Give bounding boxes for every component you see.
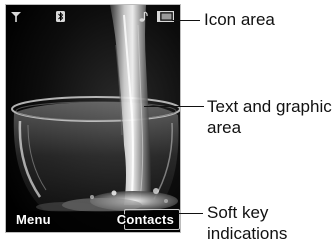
softkey-contacts[interactable]: Contacts bbox=[117, 212, 174, 228]
callout-label-icon-area: Icon area bbox=[204, 10, 275, 29]
callout-label-text-graphic-area: Text and graphic area bbox=[207, 97, 332, 137]
callout-line-soft-key-indications bbox=[178, 213, 203, 214]
softkey-menu[interactable]: Menu bbox=[16, 212, 51, 228]
wallpaper-image bbox=[6, 5, 180, 232]
bluetooth-icon bbox=[56, 11, 65, 22]
ringtone-note-icon bbox=[139, 11, 148, 22]
callout-line-text-graphic-area bbox=[144, 106, 204, 107]
phone-display: Menu Contacts bbox=[5, 4, 181, 233]
callout-line-icon-area bbox=[172, 20, 200, 21]
signal-strength-icon bbox=[11, 12, 21, 22]
callout-label-soft-key-indications: Soft key indications bbox=[207, 203, 288, 243]
